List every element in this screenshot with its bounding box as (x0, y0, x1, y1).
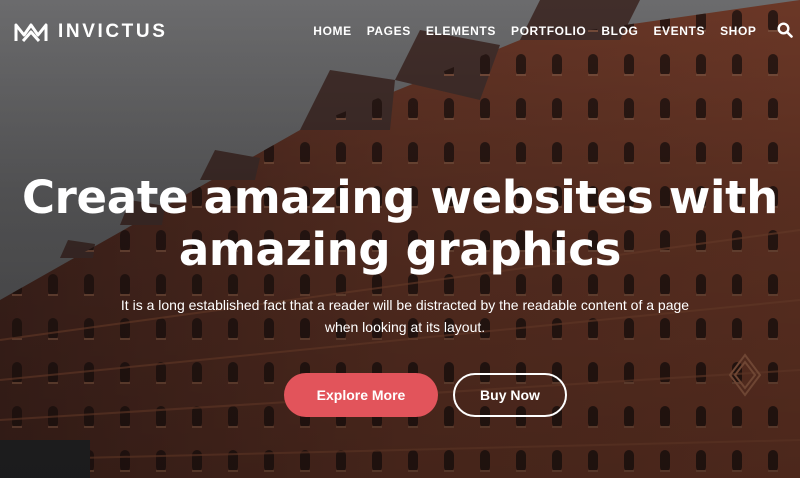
search-icon (777, 22, 793, 38)
nav-item-events[interactable]: EVENTS (646, 22, 713, 40)
buy-now-button[interactable]: Buy Now (453, 373, 567, 417)
logo-mark-icon (14, 23, 48, 42)
nav-item-pages[interactable]: PAGES (359, 22, 418, 40)
search-button[interactable] (777, 22, 793, 38)
hero-subtitle: It is a long established fact that a rea… (120, 297, 690, 335)
nav-item-blog[interactable]: BLOG (594, 22, 646, 40)
explore-more-button[interactable]: Explore More (284, 373, 438, 417)
nav-item-elements[interactable]: ELEMENTS (418, 22, 503, 40)
nav-item-home[interactable]: HOME (306, 22, 359, 40)
nav-item-portfolio[interactable]: PORTFOLIO (503, 22, 593, 40)
brand-name: INVICTUS (58, 21, 168, 42)
hero-title-line-2: amazing graphics (178, 223, 622, 276)
hero-title-line-1: Create amazing websites with (21, 171, 779, 224)
hero-title: Create amazing websites with amazing gra… (0, 172, 800, 276)
brand-logo[interactable]: INVICTUS (14, 20, 167, 44)
site-header: INVICTUS HOME PAGES ELEMENTS PORTFOLIO B… (0, 0, 800, 62)
main-nav: HOME PAGES ELEMENTS PORTFOLIO BLOG EVENT… (306, 22, 764, 40)
nav-item-shop[interactable]: SHOP (713, 22, 764, 40)
